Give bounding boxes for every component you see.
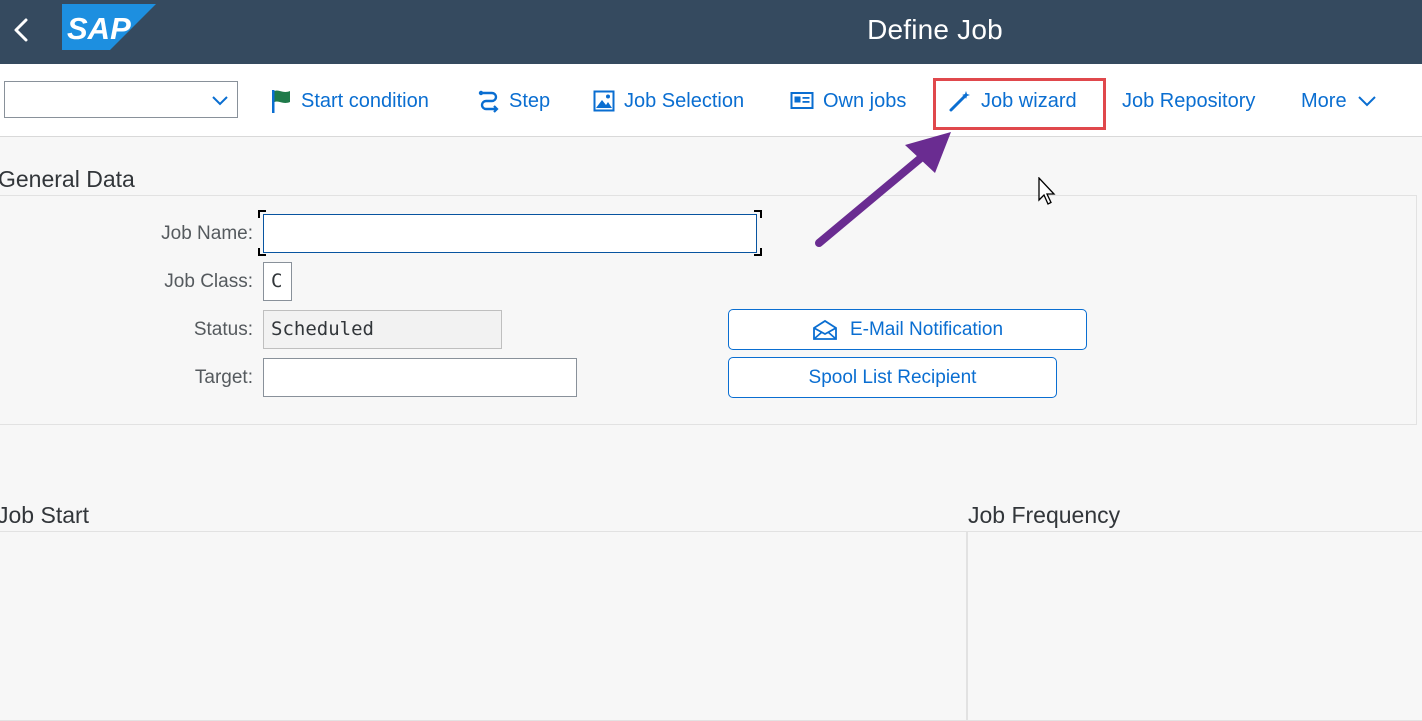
more-label: More: [1301, 89, 1347, 112]
status-label: Status:: [193, 319, 253, 340]
step-icon: [478, 90, 499, 113]
command-select[interactable]: [4, 81, 238, 118]
target-input[interactable]: [263, 358, 577, 397]
email-notification-button[interactable]: E-Mail Notification: [728, 309, 1087, 350]
focus-corner: [258, 210, 266, 218]
spool-list-recipient-button[interactable]: Spool List Recipient: [728, 357, 1057, 398]
general-data-title: General Data: [0, 166, 135, 192]
flag-icon: [272, 90, 290, 113]
own-jobs-label: Own jobs: [823, 89, 907, 112]
own-jobs-button[interactable]: Own jobs: [790, 86, 906, 116]
toolbar: Start condition Step Job Selection Own j…: [0, 64, 1422, 137]
job-name-label: Job Name:: [161, 223, 253, 244]
start-condition-label: Start condition: [301, 89, 429, 112]
focus-corner: [754, 210, 762, 218]
job-class-input[interactable]: C: [263, 262, 292, 301]
highlight-box: [933, 78, 1106, 130]
target-label: Target:: [194, 367, 253, 388]
job-name-input[interactable]: [263, 214, 757, 253]
job-start-panel: [0, 531, 967, 721]
job-start-title: Job Start: [0, 502, 90, 528]
page-title: Define Job: [867, 14, 1003, 45]
step-label: Step: [509, 89, 551, 112]
job-repository-label: Job Repository: [1122, 89, 1256, 112]
id-card-icon: [790, 92, 814, 109]
envelope-icon: [813, 319, 837, 340]
focus-corner: [754, 248, 762, 256]
more-button[interactable]: More: [1301, 86, 1386, 116]
job-repository-button[interactable]: Job Repository: [1122, 86, 1255, 116]
job-frequency-panel: [967, 531, 1422, 721]
status-field: Scheduled: [263, 310, 502, 349]
job-selection-button[interactable]: Job Selection: [593, 86, 744, 116]
chevron-down-icon: [1357, 96, 1376, 107]
start-condition-button[interactable]: Start condition: [270, 86, 429, 116]
chevron-down-icon: [212, 96, 228, 106]
step-button[interactable]: Step: [478, 86, 550, 116]
spool-list-recipient-label: Spool List Recipient: [808, 366, 977, 388]
job-selection-label: Job Selection: [624, 89, 745, 112]
job-class-label: Job Class:: [164, 271, 253, 292]
shell-bar: SAP Define Job: [0, 0, 1422, 64]
image-icon: [593, 90, 615, 112]
focus-corner: [258, 248, 266, 256]
job-frequency-title: Job Frequency: [968, 502, 1121, 528]
mouse-cursor-icon: [1038, 177, 1056, 205]
email-notification-label: E-Mail Notification: [849, 318, 1004, 340]
